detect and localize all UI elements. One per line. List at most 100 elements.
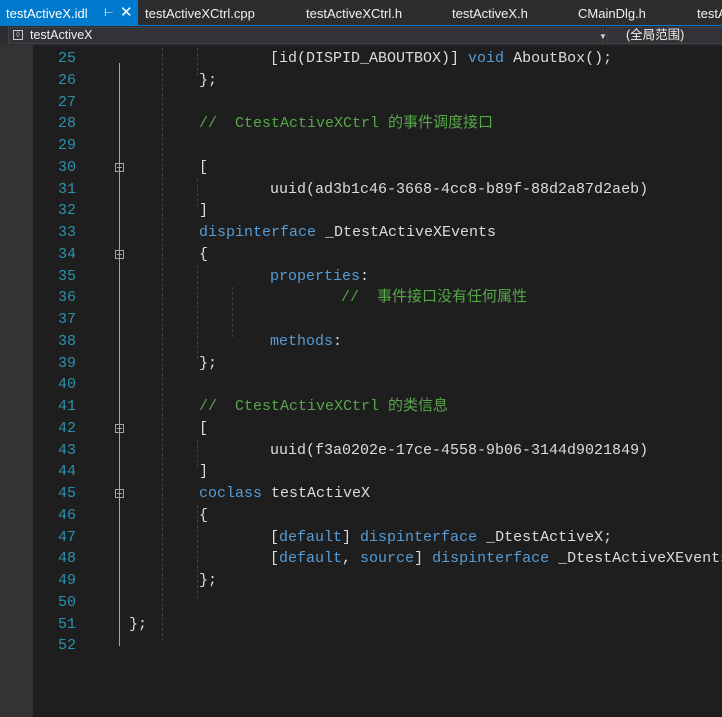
code-text: [id(DISPID_ABOUTBOX)] void AboutBox(); [234, 48, 612, 70]
code-line[interactable]: 51}; [33, 614, 722, 636]
code-token: uuid(f3a0202e-17ce-4558-9b06-3144d902184… [234, 441, 649, 459]
code-line[interactable]: 34 { [33, 244, 722, 266]
code-token: ] [414, 550, 433, 568]
code-text: methods: [234, 331, 342, 353]
code-line[interactable]: 30 [ [33, 157, 722, 179]
line-number: 50 [57, 593, 76, 611]
code-line[interactable]: 43 uuid(f3a0202e-17ce-4558-9b06-3144d902… [33, 440, 722, 462]
code-text: }; [199, 70, 217, 92]
document-tab-bar: testActiveX.idl ⊢ ✕ testActiveXCtrl.cpp … [0, 0, 722, 25]
code-line[interactable]: 38 methods: [33, 331, 722, 353]
code-line[interactable]: 33 dispinterface _DtestActiveXEvents [33, 222, 722, 244]
code-text: // CtestActiveXCtrl 的事件调度接口 [199, 113, 493, 135]
code-token: _DtestActiveXEvents [316, 224, 497, 241]
code-line[interactable]: 29 [33, 135, 722, 157]
code-text: coclass testActiveX [199, 483, 370, 505]
keyword-token: methods [270, 332, 334, 350]
comment-token: // CtestActiveXCtrl 的事件调度接口 [199, 115, 494, 133]
code-line[interactable]: 28 // CtestActiveXCtrl 的事件调度接口 [33, 113, 722, 135]
indicator-margin [0, 45, 33, 717]
line-number: 46 [57, 506, 76, 524]
code-line[interactable]: 39}; [33, 353, 722, 375]
code-token: testActiveX [262, 485, 371, 502]
code-line[interactable]: 40 [33, 374, 722, 396]
code-line[interactable]: 31 uuid(ad3b1c46-3668-4cc8-b89f-88d2a87d… [33, 179, 722, 201]
code-token: { [199, 245, 209, 263]
code-text: }; [199, 570, 217, 592]
code-line[interactable]: 41 // CtestActiveXCtrl 的类信息 [33, 396, 722, 418]
scope-dropdown[interactable]: ◊ testActiveX ▼ [8, 27, 607, 44]
line-number: 44 [57, 463, 76, 481]
code-line[interactable]: 32] [33, 200, 722, 222]
member-dropdown[interactable]: (全局范围) [606, 27, 722, 44]
comment-token: // 事件接口没有任何属性 [269, 289, 528, 307]
code-line[interactable]: 47 [default] dispinterface _DtestActiveX… [33, 527, 722, 549]
code-line[interactable]: 46 { [33, 505, 722, 527]
code-line[interactable]: 52 [33, 635, 722, 657]
code-line[interactable]: 35 properties: [33, 266, 722, 288]
line-number: 35 [57, 267, 76, 285]
code-line[interactable]: 27 [33, 92, 722, 114]
code-text: [ [199, 418, 208, 440]
line-number: 39 [57, 354, 76, 372]
pin-icon[interactable]: ⊢ [104, 0, 114, 25]
indent-guide [197, 178, 198, 207]
code-token: : [360, 267, 370, 285]
tab-testactivex-idl[interactable]: testActiveX.idl ⊢ ✕ [0, 0, 138, 25]
tab-testa[interactable]: testA [697, 0, 722, 25]
line-number: 52 [57, 637, 76, 655]
indent-guide [197, 439, 198, 468]
code-line[interactable]: 25 [id(DISPID_ABOUTBOX)] void AboutBox()… [33, 48, 722, 70]
code-text: properties: [234, 266, 369, 288]
code-line[interactable]: 45 coclass testActiveX [33, 483, 722, 505]
code-line[interactable]: 42 [ [33, 418, 722, 440]
line-number: 45 [57, 485, 76, 502]
code-line[interactable]: 50 [33, 592, 722, 614]
code-token: [ [199, 158, 209, 176]
code-line[interactable]: 48 [default, source] dispinterface _Dtes… [33, 548, 722, 570]
tab-testactivexctrl-cpp[interactable]: testActiveXCtrl.cpp [145, 0, 295, 25]
line-number: 32 [57, 202, 76, 220]
code-line[interactable]: 49}; [33, 570, 722, 592]
line-number: 33 [57, 224, 76, 241]
code-token: }; [129, 615, 148, 633]
scope-value: testActiveX [30, 28, 93, 42]
code-text: }; [199, 353, 217, 375]
tab-testactivexctrl-h[interactable]: testActiveXCtrl.h [306, 0, 446, 25]
code-token: [ [199, 419, 209, 437]
code-line[interactable]: 26}; [33, 70, 722, 92]
indent-guide [197, 48, 198, 76]
code-line[interactable]: 37 [33, 309, 722, 331]
navigation-bar: ◊ testActiveX ▼ (全局范围) [0, 25, 722, 45]
fold-guide [119, 258, 120, 364]
tab-testactivex-h[interactable]: testActiveX.h [452, 0, 572, 25]
keyword-token: properties [270, 267, 361, 285]
keyword-token: void [468, 50, 505, 67]
indent-guide [232, 287, 233, 337]
code-line[interactable]: 36 // 事件接口没有任何属性 [33, 287, 722, 309]
class-icon: ◊ [13, 30, 23, 40]
keyword-token: dispinterface [432, 550, 550, 568]
line-number: 30 [57, 158, 76, 176]
line-number: 31 [57, 180, 76, 198]
tab-label: CMainDlg.h [578, 6, 646, 21]
close-icon[interactable]: ✕ [120, 0, 133, 25]
line-number: 41 [57, 398, 76, 415]
tab-cmaindlg-h[interactable]: CMainDlg.h [578, 0, 688, 25]
tab-label: testActiveX.idl [6, 6, 88, 21]
code-token: { [199, 506, 209, 524]
fold-guide [119, 498, 120, 581]
code-text: { [199, 505, 208, 527]
code-text: uuid(f3a0202e-17ce-4558-9b06-3144d902184… [234, 440, 648, 462]
line-number: 34 [57, 245, 76, 263]
code-text: { [199, 244, 208, 266]
code-text: uuid(ad3b1c46-3668-4cc8-b89f-88d2a87d2ae… [234, 179, 648, 201]
line-number: 28 [57, 115, 76, 133]
code-token: ] [342, 528, 361, 546]
line-number: 47 [57, 528, 76, 546]
code-line[interactable]: 44] [33, 461, 722, 483]
keyword-token: dispinterface [360, 528, 478, 546]
code-token: [ [234, 528, 280, 546]
